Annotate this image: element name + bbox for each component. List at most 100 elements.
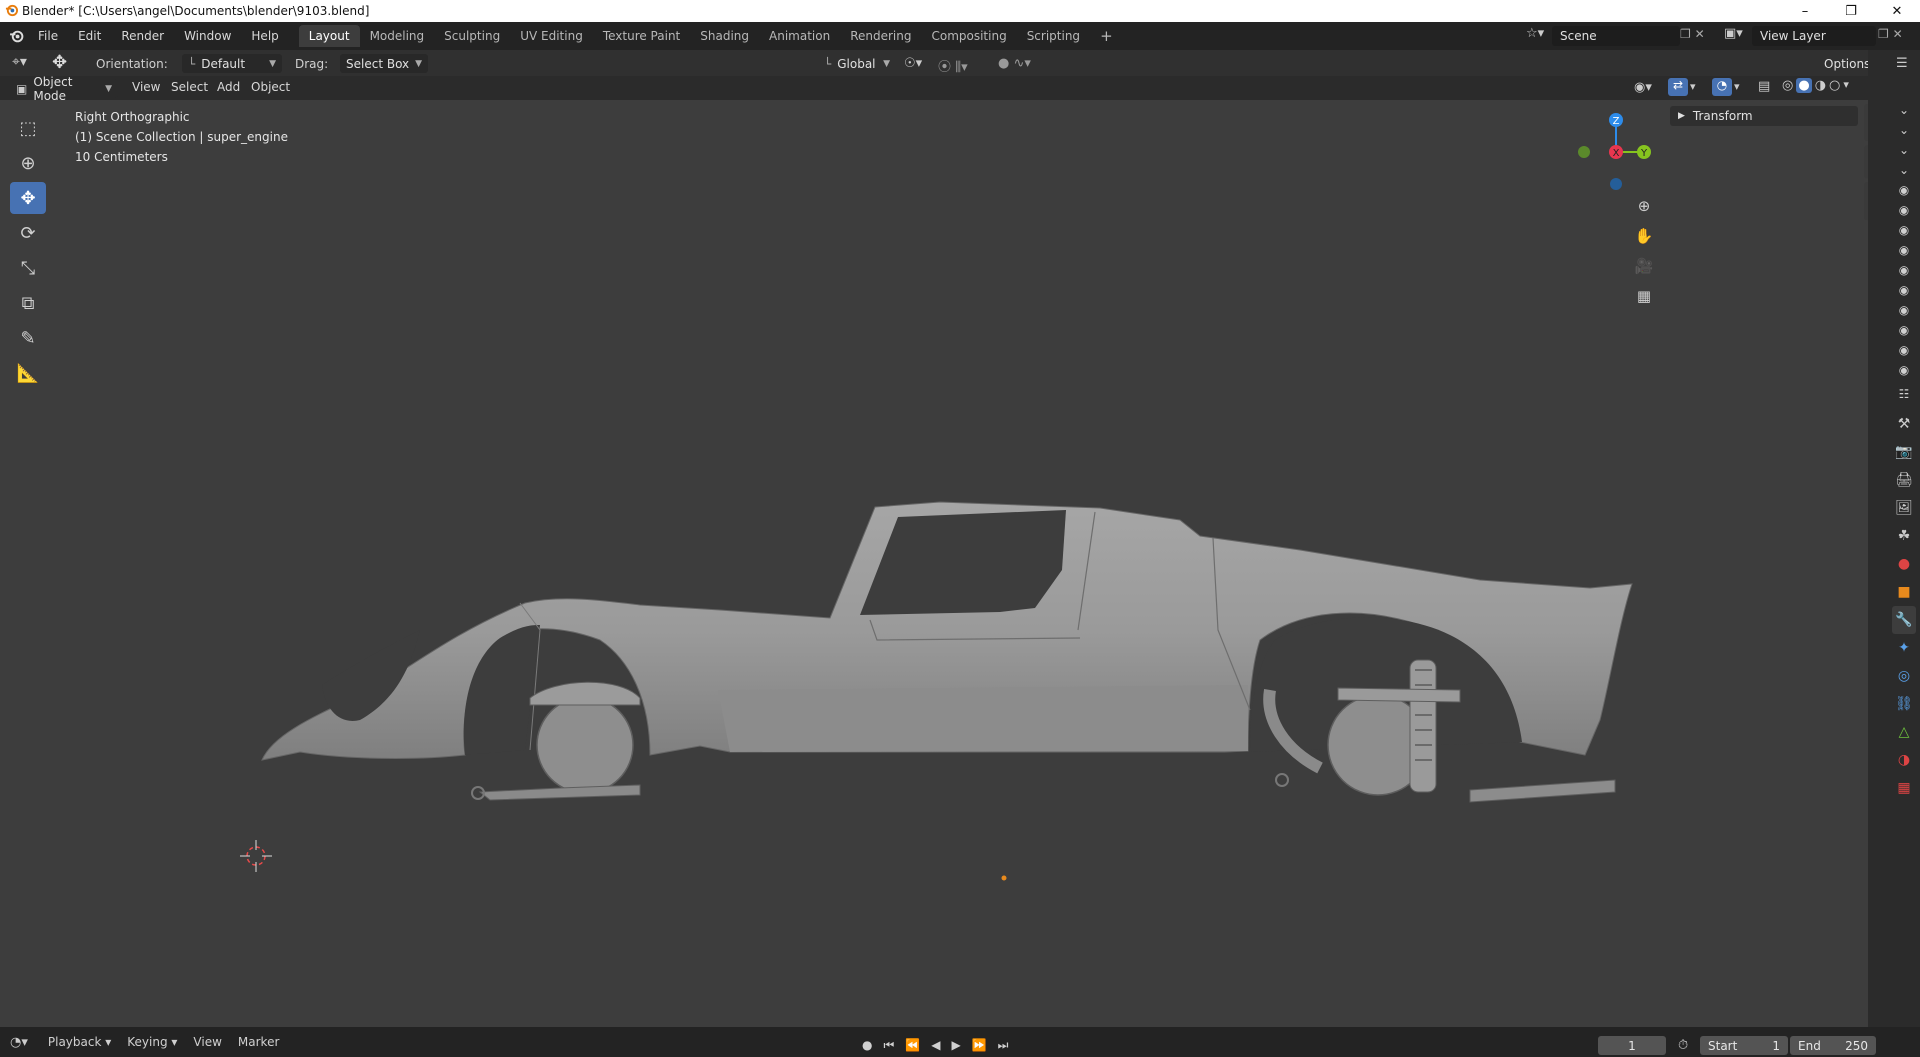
object-properties-icon[interactable]: ■ xyxy=(1892,578,1916,606)
wireframe-shading-icon[interactable]: ◎ xyxy=(1782,78,1793,93)
timeline-view-menu[interactable]: View xyxy=(185,1035,229,1049)
tab-rendering[interactable]: Rendering xyxy=(840,25,921,47)
eye-icon[interactable]: ◉ xyxy=(1892,360,1916,380)
scene-new-icon[interactable]: ❐ ✕ xyxy=(1680,27,1705,41)
constraints-properties-icon[interactable]: ⛓ xyxy=(1892,690,1916,718)
collapse-chevron-icon[interactable]: ⌄ xyxy=(1892,160,1916,180)
gizmo-toggle-icon[interactable]: ⇄ xyxy=(1668,78,1688,96)
menu-edit[interactable]: Edit xyxy=(68,29,111,43)
tab-sculpting[interactable]: Sculpting xyxy=(434,25,510,47)
3d-viewport[interactable]: Right Orthographic (1) Scene Collection … xyxy=(0,100,1868,1027)
tab-animation[interactable]: Animation xyxy=(759,25,840,47)
header-menu-add[interactable]: Add xyxy=(217,80,240,94)
start-frame-field[interactable]: Start 1 xyxy=(1700,1036,1788,1055)
tab-shading[interactable]: Shading xyxy=(690,25,759,47)
eye-icon[interactable]: ◉ xyxy=(1892,240,1916,260)
scene-selector-icon[interactable]: ☆▾ xyxy=(1526,26,1544,41)
scene-name-field[interactable]: Scene xyxy=(1552,26,1680,46)
blender-menu-icon[interactable] xyxy=(9,29,24,44)
scale-icon[interactable]: ⤡ xyxy=(10,252,46,284)
playback-menu[interactable]: Playback ▾ xyxy=(40,1035,119,1049)
transform-panel-header[interactable]: ▶ Transform xyxy=(1670,106,1858,126)
tab-compositing[interactable]: Compositing xyxy=(921,25,1016,47)
overlay-dropdown-icon[interactable]: ▾ xyxy=(1734,80,1740,93)
ortho-grid-icon[interactable]: ▦ xyxy=(1630,282,1658,310)
close-window-button[interactable]: ✕ xyxy=(1874,0,1920,22)
tab-texture-paint[interactable]: Texture Paint xyxy=(593,25,690,47)
cursor-icon[interactable]: ⊕ xyxy=(10,147,46,179)
jump-start-icon[interactable]: ⏮ xyxy=(883,1038,894,1053)
tab-layout[interactable]: Layout xyxy=(298,25,360,47)
tab-scripting[interactable]: Scripting xyxy=(1017,25,1090,47)
menu-file[interactable]: File xyxy=(28,29,68,43)
select-box-icon[interactable]: ⬚ xyxy=(10,112,46,144)
move-icon[interactable]: ✥ xyxy=(10,182,46,214)
properties-editor-icon[interactable]: ☷ xyxy=(1892,384,1916,404)
active-tool-move-icon[interactable]: ✥ xyxy=(52,52,67,73)
minimize-button[interactable]: – xyxy=(1782,0,1828,22)
header-menu-object[interactable]: Object xyxy=(251,80,290,94)
snap-icon[interactable]: ⦿ ⫼▾ xyxy=(938,56,968,75)
transform-icon[interactable]: ⧉ xyxy=(10,287,46,319)
physics-properties-icon[interactable]: ◎ xyxy=(1892,662,1916,690)
menu-render[interactable]: Render xyxy=(111,29,174,43)
xray-icon[interactable]: ▤ xyxy=(1758,79,1770,94)
view-layer-new-icon[interactable]: ❐ ✕ xyxy=(1878,27,1903,41)
collapse-chevron-icon[interactable]: ⌄ xyxy=(1892,120,1916,140)
mode-dropdown[interactable]: ▣ Object Mode ▼ xyxy=(10,75,118,103)
maximize-button[interactable]: ❐ xyxy=(1828,0,1874,22)
rotate-icon[interactable]: ⟳ xyxy=(10,217,46,249)
play-reverse-icon[interactable]: ◀ xyxy=(931,1038,940,1053)
output-properties-icon[interactable]: 🖨 xyxy=(1892,466,1916,494)
eye-icon[interactable]: ◉ xyxy=(1892,300,1916,320)
tool-properties-icon[interactable]: ⚒ xyxy=(1892,410,1916,438)
prev-keyframe-icon[interactable]: ⏪ xyxy=(905,1038,920,1053)
material-properties-icon[interactable]: ◑ xyxy=(1892,746,1916,774)
record-icon[interactable]: ● xyxy=(862,1038,872,1053)
annotate-icon[interactable]: ✎ xyxy=(10,322,46,354)
next-keyframe-icon[interactable]: ⏩ xyxy=(972,1038,987,1053)
eye-icon[interactable]: ◉ xyxy=(1892,320,1916,340)
collapse-chevron-icon[interactable]: ⌄ xyxy=(1892,100,1916,120)
view-layer-icon[interactable]: ▣▾ xyxy=(1724,26,1743,41)
outliner-editor-icon[interactable]: ☰ xyxy=(1896,56,1908,71)
proportional-edit-icon[interactable]: ● ∿▾ xyxy=(998,56,1031,71)
scene-properties-icon[interactable]: ☘ xyxy=(1892,522,1916,550)
data-properties-icon[interactable]: △ xyxy=(1892,718,1916,746)
gizmo-dropdown-icon[interactable]: ▾ xyxy=(1690,80,1696,93)
editor-type-icon[interactable]: ⌖▾ xyxy=(12,54,27,70)
measure-icon[interactable]: 📐 xyxy=(10,357,46,389)
end-frame-field[interactable]: End 250 xyxy=(1790,1036,1876,1055)
header-menu-view[interactable]: View xyxy=(132,80,160,94)
navigation-gizmo[interactable]: Z Y X xyxy=(1576,110,1664,198)
view-layer-field[interactable]: View Layer xyxy=(1752,26,1876,46)
view-layer-properties-icon[interactable]: 🖼 xyxy=(1892,494,1916,522)
keying-menu[interactable]: Keying ▾ xyxy=(119,1035,185,1049)
menu-window[interactable]: Window xyxy=(174,29,241,43)
camera-view-icon[interactable]: 🎥 xyxy=(1630,252,1658,280)
tab-modeling[interactable]: Modeling xyxy=(360,25,435,47)
solid-shading-icon[interactable]: ● xyxy=(1796,78,1812,93)
add-workspace-icon[interactable]: + xyxy=(1090,23,1123,49)
timeline-editor-icon[interactable]: ◔▾ xyxy=(10,1035,28,1050)
visibility-icon[interactable]: ◉▾ xyxy=(1634,80,1652,95)
shading-dropdown-icon[interactable]: ▾ xyxy=(1843,78,1849,93)
eye-icon[interactable]: ◉ xyxy=(1892,260,1916,280)
eye-icon[interactable]: ◉ xyxy=(1892,220,1916,240)
zoom-icon[interactable]: ⊕ xyxy=(1630,192,1658,220)
pan-hand-icon[interactable]: ✋ xyxy=(1630,222,1658,250)
drag-dropdown[interactable]: Select Box ▼ xyxy=(340,54,428,73)
material-shading-icon[interactable]: ◑ xyxy=(1815,78,1826,93)
eye-icon[interactable]: ◉ xyxy=(1892,280,1916,300)
stopwatch-icon[interactable]: ⏱ xyxy=(1678,1038,1688,1053)
header-menu-select[interactable]: Select xyxy=(171,80,208,94)
jump-end-icon[interactable]: ⏭ xyxy=(998,1038,1009,1053)
eye-icon[interactable]: ◉ xyxy=(1892,200,1916,220)
collapse-chevron-icon[interactable]: ⌄ xyxy=(1892,140,1916,160)
world-properties-icon[interactable]: ● xyxy=(1892,550,1916,578)
overlay-toggle-icon[interactable]: ◔ xyxy=(1712,78,1732,96)
menu-help[interactable]: Help xyxy=(241,29,288,43)
modifier-properties-icon[interactable]: 🔧 xyxy=(1892,606,1916,634)
eye-icon[interactable]: ◉ xyxy=(1892,180,1916,200)
texture-properties-icon[interactable]: ▦ xyxy=(1892,774,1916,802)
